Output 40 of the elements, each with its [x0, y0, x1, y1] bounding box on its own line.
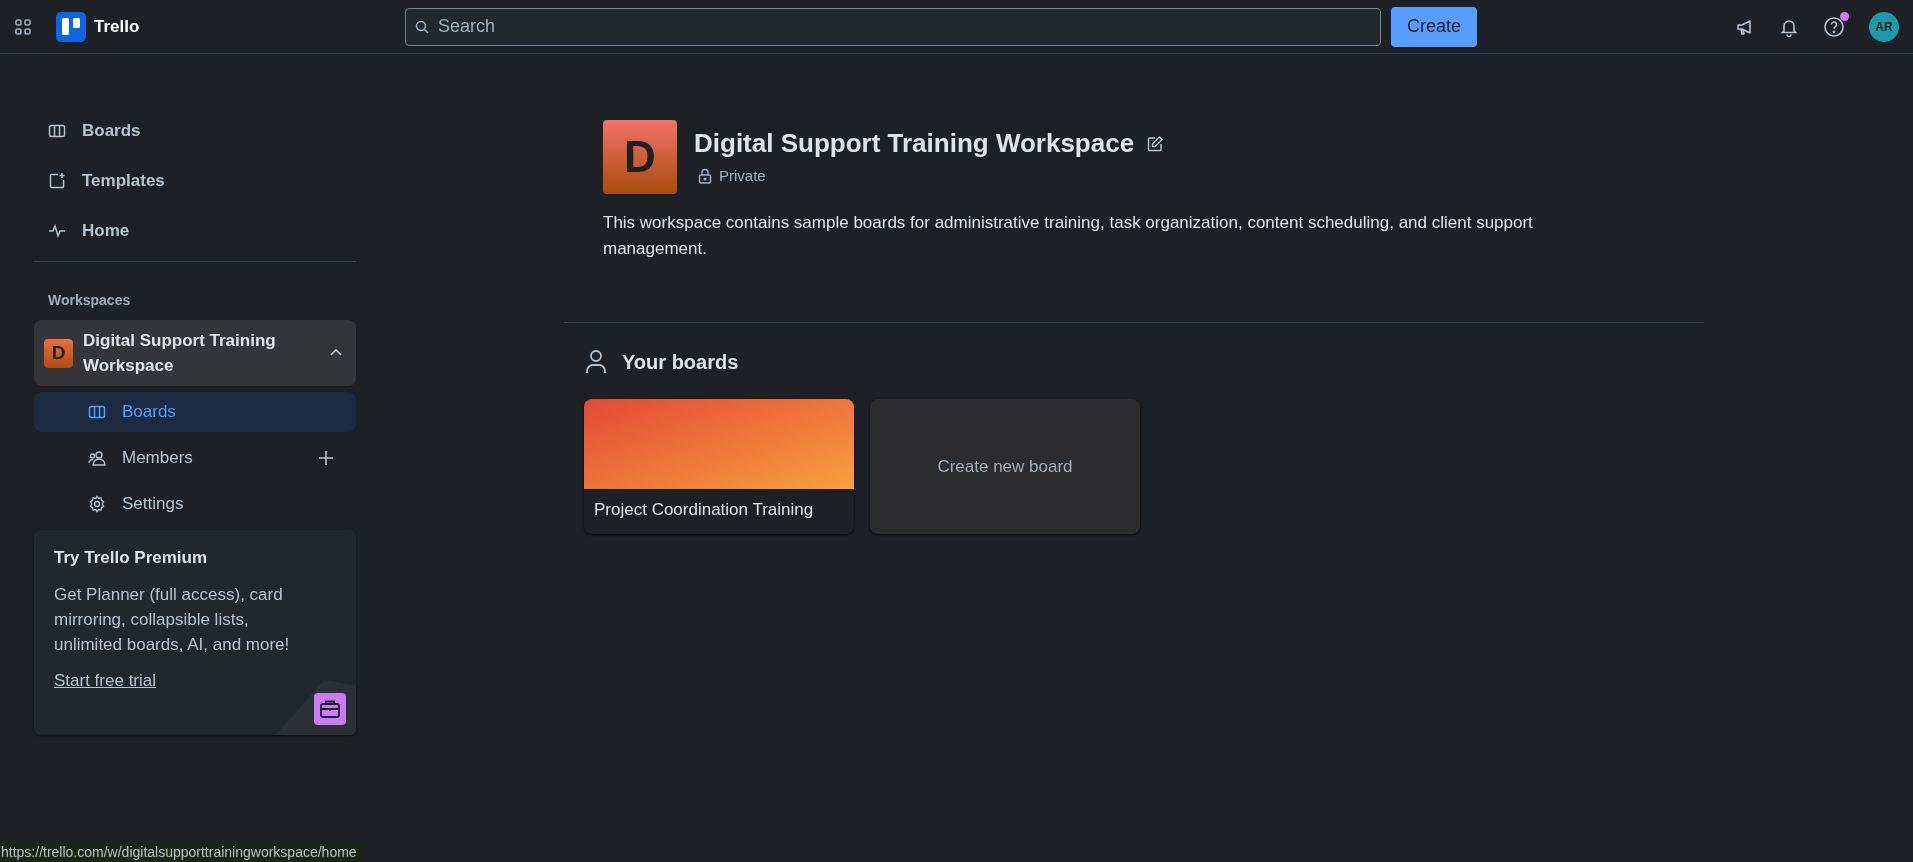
create-button[interactable]: Create: [1391, 6, 1478, 47]
board-tile[interactable]: Project Coordination Training: [584, 399, 854, 534]
members-icon: [88, 449, 106, 467]
workspace-title: Digital Support Training Workspace: [694, 128, 1135, 159]
trial-link[interactable]: Start free trial: [54, 671, 157, 690]
add-icon[interactable]: [318, 450, 334, 466]
status-url: https://trello.com/w/digitalsupporttrainingworkspace/home: [0, 842, 363, 862]
settings-icon: [88, 495, 106, 513]
avatar[interactable]: AR: [1869, 11, 1899, 42]
sidebar-item[interactable]: Home: [34, 206, 356, 256]
visibility-label: Private: [719, 167, 766, 184]
app-grid-icon[interactable]: [14, 17, 32, 36]
promo-text: Get Planner (full access), card mirroring, collapsible lists, unlimited boards, AI, and more!: [54, 584, 291, 656]
workspace-logo: D: [44, 338, 73, 368]
create-board-button[interactable]: Create new board: [870, 399, 1140, 534]
section-heading: Workspaces: [47, 291, 132, 310]
boards-icon: [88, 403, 106, 421]
promo-title: Try Trello Premium: [54, 548, 209, 568]
workspace-description: This workspace contains sample boards for administrative training, task organization, content scheduling, and client support management.: [603, 212, 1534, 260]
board-title: Project Coordination Training: [593, 499, 815, 521]
person-icon: [584, 349, 608, 375]
sidebar-item[interactable]: Boards: [34, 392, 356, 432]
activity-icon: [48, 222, 66, 240]
boards-icon: [48, 122, 66, 140]
section-title: Your boards: [622, 350, 739, 374]
workspace-name: Digital Support Training Workspace: [83, 330, 277, 377]
workspace-logo: D: [603, 120, 677, 194]
edit-icon[interactable]: [1146, 134, 1165, 153]
help-icon[interactable]: [1823, 15, 1845, 38]
logo-text[interactable]: Trello: [94, 16, 140, 37]
sidebar-item[interactable]: Boards: [34, 106, 356, 156]
sidebar-item[interactable]: Templates: [34, 156, 356, 206]
logo-icon: [56, 11, 86, 42]
sidebar-item[interactable]: Members: [34, 438, 356, 478]
sidebar-item[interactable]: Settings: [34, 484, 356, 524]
search-field[interactable]: Search: [405, 7, 1381, 46]
workspace-item[interactable]: D Digital Support Training Workspace: [34, 320, 356, 386]
lock-icon: [698, 167, 712, 184]
template-icon: [48, 172, 66, 190]
briefcase-icon: [314, 693, 346, 725]
